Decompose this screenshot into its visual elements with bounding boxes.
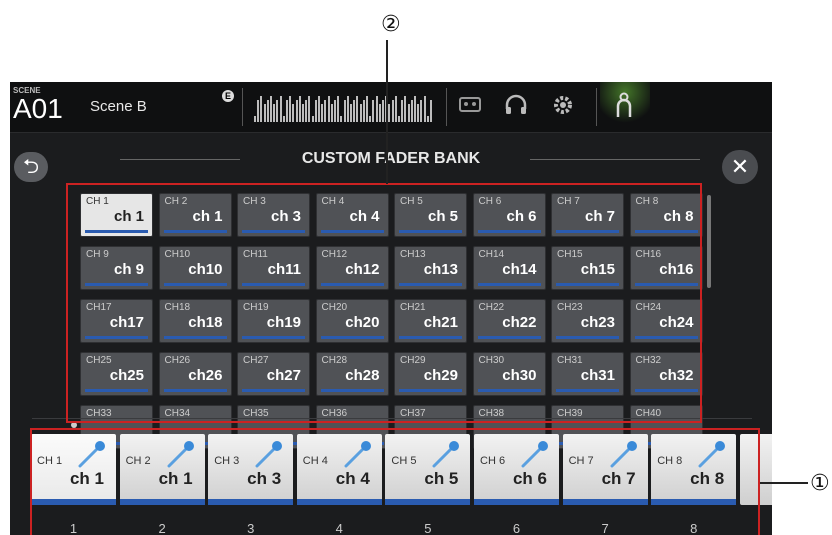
meter-bar — [410, 100, 413, 122]
divider — [242, 88, 243, 126]
meter-bar — [270, 96, 272, 122]
close-button[interactable]: ✕ — [722, 150, 758, 184]
scrollbar[interactable] — [707, 195, 711, 288]
meter-bar — [414, 96, 416, 122]
meter-bar — [286, 100, 288, 122]
scene-name[interactable]: Scene B — [90, 98, 147, 115]
meter-bar — [391, 100, 394, 122]
meter-bar — [334, 100, 336, 122]
meter-bar — [298, 96, 301, 122]
meter-bar — [279, 96, 282, 122]
meter-bar — [366, 96, 368, 122]
meter-bar — [401, 100, 404, 122]
meter-bar — [263, 104, 266, 122]
divider — [446, 88, 447, 126]
meter-bar — [318, 96, 320, 122]
meter-bar — [426, 116, 429, 122]
scene-number[interactable]: A01 — [13, 93, 63, 125]
level-meters[interactable] — [254, 94, 439, 122]
meter-bar — [330, 104, 333, 122]
meter-bar — [276, 100, 279, 122]
callout-leader — [386, 40, 388, 184]
meter-bar — [260, 96, 263, 122]
meter-bar — [362, 100, 365, 122]
meter-bar — [257, 100, 260, 122]
meter-bar — [314, 100, 317, 122]
meter-bar — [292, 104, 295, 122]
meter-bar — [394, 96, 397, 122]
meter-bar — [378, 104, 381, 122]
meter-bar — [420, 100, 423, 122]
callout-1: ① — [810, 471, 830, 496]
meter-bar — [273, 104, 276, 122]
headphones-icon[interactable] — [504, 94, 528, 116]
meter-bar — [382, 100, 384, 122]
meter-bar — [372, 100, 375, 122]
meter-bar — [321, 104, 324, 122]
callout-leader — [760, 482, 808, 484]
meter-bar — [423, 96, 426, 122]
meter-bar — [356, 96, 359, 122]
callout-2: ② — [381, 12, 401, 37]
title-rule — [530, 159, 700, 160]
meter-bar — [295, 100, 298, 122]
gear-icon[interactable] — [552, 94, 574, 116]
meter-bar — [375, 96, 378, 122]
highlight-fader-bank — [30, 428, 760, 535]
edit-badge: E — [222, 90, 234, 102]
meter-bar — [289, 96, 292, 122]
recorder-icon[interactable] — [458, 94, 482, 114]
meter-bar — [311, 116, 314, 122]
meter-bar — [350, 104, 352, 122]
meter-bar — [305, 100, 308, 122]
meter-bar — [324, 100, 327, 122]
meter-bar — [346, 96, 349, 122]
divider — [596, 88, 597, 126]
meter-bar — [430, 100, 432, 122]
meter-bar — [398, 116, 400, 122]
meter-bar — [337, 96, 340, 122]
meter-bar — [388, 104, 391, 122]
meter-bar — [369, 116, 372, 122]
highlight-channel-grid — [66, 183, 702, 423]
top-bar: SCENE A01 Scene B E — [10, 82, 772, 133]
meter-bar — [404, 96, 407, 122]
meter-bar — [266, 100, 269, 122]
meter-bar — [417, 104, 420, 122]
meter-bar — [254, 116, 256, 122]
meter-bar — [340, 116, 343, 122]
meter-bar — [353, 100, 356, 122]
meter-bar — [343, 100, 346, 122]
meter-bar — [302, 104, 304, 122]
meter-bar — [359, 104, 362, 122]
meter-bar — [308, 96, 311, 122]
meter-bar — [407, 104, 410, 122]
meter-bar — [327, 96, 330, 122]
user-icon[interactable] — [615, 92, 633, 118]
meter-bar — [282, 116, 285, 122]
